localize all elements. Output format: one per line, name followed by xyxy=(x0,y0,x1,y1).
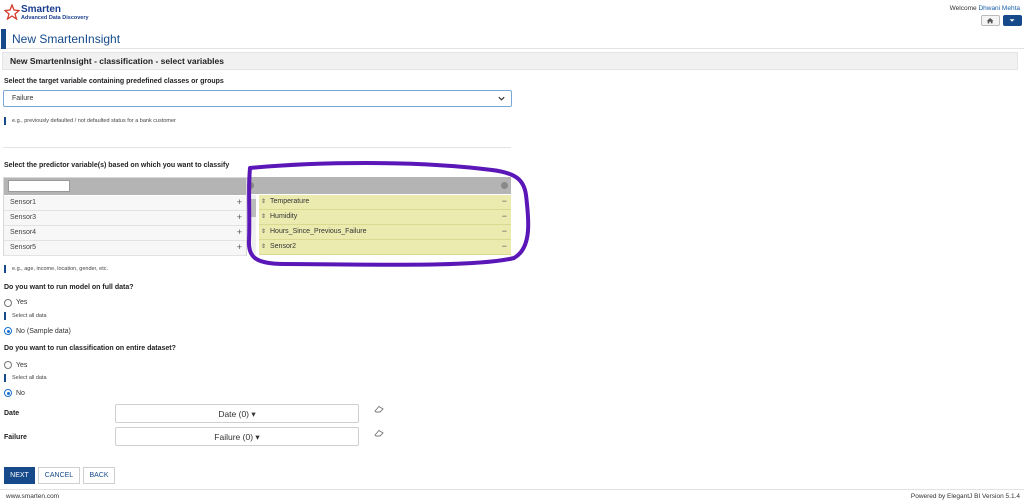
list-item[interactable]: ⇕ Temperature − xyxy=(259,195,511,210)
failure-filter-value: Failure (0) ▾ xyxy=(214,432,260,442)
home-icon xyxy=(986,18,994,24)
variable-name: Sensor2 xyxy=(270,243,297,250)
page-title: New SmartenInsight xyxy=(12,32,121,46)
list-item[interactable]: Sensor5 + xyxy=(4,241,246,256)
failure-filter-label: Failure xyxy=(4,434,27,441)
user-menu-button[interactable] xyxy=(1003,15,1022,26)
brand-name: Smarten xyxy=(21,4,62,15)
welcome-text: Welcome Dhwani Mehta xyxy=(950,5,1020,12)
caret-down-icon: ▾ xyxy=(255,432,260,442)
full-data-yes-hint: Select all data xyxy=(12,313,47,319)
drag-handle-icon[interactable]: ⇕ xyxy=(261,213,266,220)
hint-marker xyxy=(4,374,6,382)
title-accent xyxy=(1,29,6,49)
footer-version: Powered by ElegantJ BI Version 5.1.4 xyxy=(910,493,1020,500)
date-filter-value: Date (0) ▾ xyxy=(218,409,256,419)
add-icon[interactable]: + xyxy=(237,212,242,222)
predictor-hint: e.g., age, income, location, gender, etc… xyxy=(12,266,109,272)
home-button[interactable] xyxy=(981,15,1000,26)
user-name-link[interactable]: Dhwani Mehta xyxy=(978,5,1020,12)
variable-name: Sensor1 xyxy=(10,199,37,206)
cancel-button[interactable]: CANCEL xyxy=(38,467,80,484)
eraser-icon[interactable] xyxy=(374,405,384,413)
scrollbar-thumb[interactable] xyxy=(249,199,256,217)
drag-handle-icon[interactable]: ⇕ xyxy=(261,198,266,205)
selected-variables-list: ⇕ Temperature − ⇕ Humidity − ⇕ Hours_Sin… xyxy=(259,195,511,255)
hint-marker xyxy=(4,117,6,125)
variable-name: Temperature xyxy=(270,198,310,205)
remove-all-icon[interactable] xyxy=(501,182,508,189)
predictor-variables-label: Select the predictor variable(s) based o… xyxy=(4,162,230,169)
add-all-icon[interactable] xyxy=(247,182,254,189)
back-button[interactable]: BACK xyxy=(83,467,115,484)
target-variable-select[interactable]: Failure xyxy=(3,90,512,107)
hint-marker xyxy=(4,312,6,320)
variable-name: Sensor4 xyxy=(10,229,37,236)
caret-down-icon: ▾ xyxy=(251,409,256,419)
hint-marker xyxy=(4,265,6,273)
caret-down-icon xyxy=(1009,19,1015,22)
target-variable-label: Select the target variable containing pr… xyxy=(4,78,224,85)
list-item[interactable]: Sensor4 + xyxy=(4,226,246,241)
list-item[interactable]: ⇕ Hours_Since_Previous_Failure − xyxy=(259,225,511,240)
entire-dataset-question: Do you want to run classification on ent… xyxy=(4,345,176,352)
list-item[interactable]: Sensor1 + xyxy=(4,196,246,211)
divider xyxy=(3,147,511,148)
variable-name: Sensor5 xyxy=(10,244,37,251)
full-data-no-radio[interactable] xyxy=(4,327,12,335)
chevron-down-icon xyxy=(498,96,505,101)
full-data-yes-label[interactable]: Yes xyxy=(16,299,27,306)
eraser-icon[interactable] xyxy=(374,429,384,437)
remove-icon[interactable]: − xyxy=(502,211,507,221)
list-item[interactable]: ⇕ Humidity − xyxy=(259,210,511,225)
variable-name: Hours_Since_Previous_Failure xyxy=(270,228,367,235)
drag-handle-icon[interactable]: ⇕ xyxy=(261,228,266,235)
drag-handle-icon[interactable]: ⇕ xyxy=(261,243,266,250)
full-data-no-label[interactable]: No (Sample data) xyxy=(16,328,71,335)
variable-search-input[interactable] xyxy=(8,180,70,192)
add-icon[interactable]: + xyxy=(237,197,242,207)
variable-name: Humidity xyxy=(270,213,298,220)
remove-icon[interactable]: − xyxy=(502,196,507,206)
available-panel-header xyxy=(4,178,246,195)
add-icon[interactable]: + xyxy=(237,227,242,237)
entire-dataset-yes-hint: Select all data xyxy=(12,375,47,381)
section-header: New SmartenInsight - classification - se… xyxy=(2,52,1018,70)
section-title: New SmartenInsight - classification - se… xyxy=(10,56,224,66)
selected-panel-header xyxy=(247,177,511,194)
failure-filter-dropdown[interactable]: Failure (0) ▾ xyxy=(115,427,359,446)
next-button[interactable]: NEXT xyxy=(4,467,35,484)
target-variable-value: Failure xyxy=(12,95,34,102)
list-item[interactable]: Sensor3 + xyxy=(4,211,246,226)
available-variables-list: Sensor1 + Sensor3 + Sensor4 + Sensor5 + xyxy=(4,196,246,256)
full-data-yes-radio[interactable] xyxy=(4,299,12,307)
date-filter-label: Date xyxy=(4,410,20,417)
add-icon[interactable]: + xyxy=(237,242,242,252)
top-bar: Smarten Advanced Data Discovery Welcome … xyxy=(0,0,1024,27)
welcome-prefix: Welcome xyxy=(949,5,977,12)
entire-dataset-yes-radio[interactable] xyxy=(4,361,12,369)
footer-website-link[interactable]: www.smarten.com xyxy=(6,493,59,500)
page-title-bar: New SmartenInsight xyxy=(0,29,1024,49)
logo-mark-icon xyxy=(4,4,20,20)
smarten-logo[interactable]: Smarten Advanced Data Discovery xyxy=(4,3,114,23)
entire-dataset-no-radio[interactable] xyxy=(4,389,12,397)
footer: www.smarten.com Powered by ElegantJ BI V… xyxy=(0,489,1024,503)
entire-dataset-no-label[interactable]: No xyxy=(16,390,25,397)
list-item[interactable]: ⇕ Sensor2 − xyxy=(259,240,511,255)
remove-icon[interactable]: − xyxy=(502,241,507,251)
entire-dataset-yes-label[interactable]: Yes xyxy=(16,362,27,369)
available-variables-panel: Sensor1 + Sensor3 + Sensor4 + Sensor5 + xyxy=(3,177,247,256)
date-filter-dropdown[interactable]: Date (0) ▾ xyxy=(115,404,359,423)
target-hint: e.g., previously defaulted / not default… xyxy=(12,118,176,124)
selected-variables-panel: ⇕ Temperature − ⇕ Humidity − ⇕ Hours_Sin… xyxy=(247,177,511,256)
remove-icon[interactable]: − xyxy=(502,226,507,236)
full-data-question: Do you want to run model on full data? xyxy=(4,284,134,291)
variable-name: Sensor3 xyxy=(10,214,37,221)
brand-tagline: Advanced Data Discovery xyxy=(21,15,89,21)
